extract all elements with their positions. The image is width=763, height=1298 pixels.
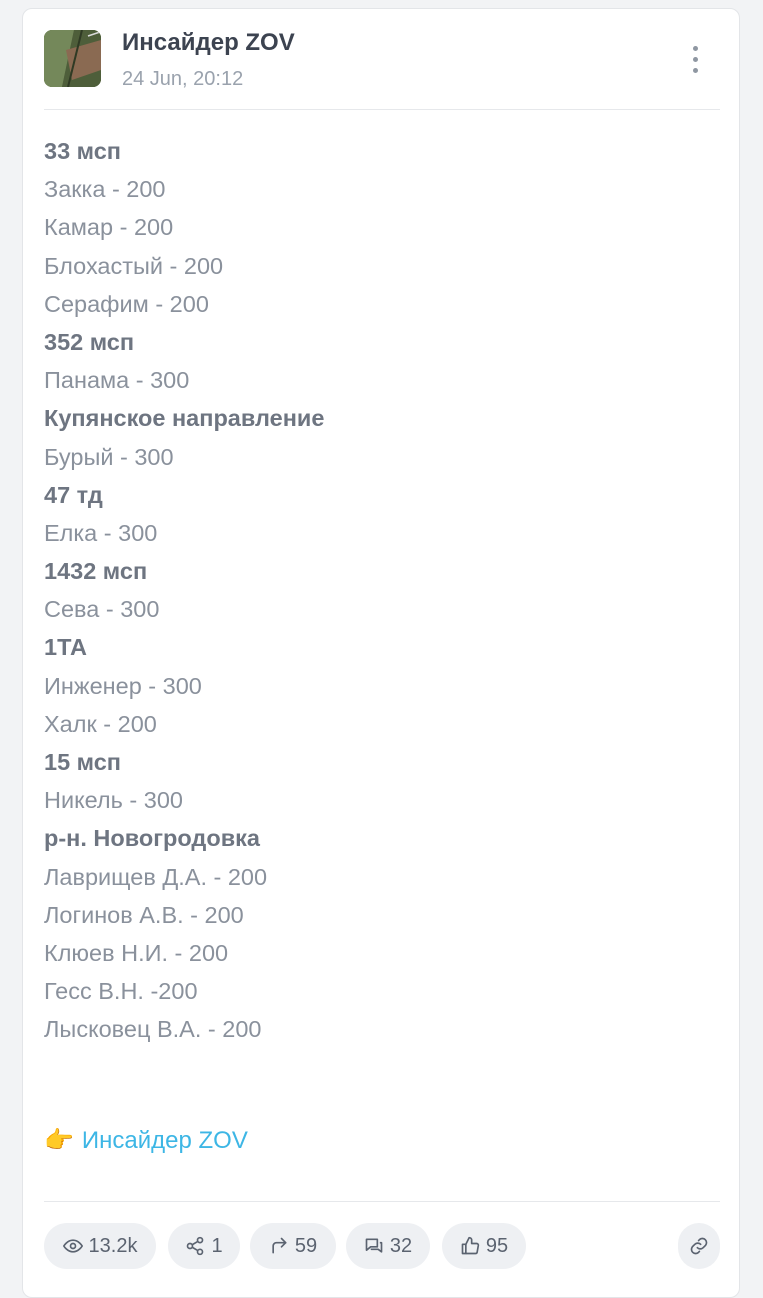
post-text-line: Клюев Н.И. - 200 — [44, 939, 229, 966]
post-text-line: Камар - 200 — [44, 214, 174, 241]
pointing-hand-icon: 👉 — [44, 1127, 74, 1154]
post-text-line: Логинов А.В. - 200 — [44, 901, 244, 928]
link-icon — [690, 1237, 708, 1255]
avatar-image — [44, 30, 101, 87]
post-heading-line: 1432 мсп — [44, 558, 148, 585]
copy-link-button[interactable] — [678, 1223, 720, 1269]
post-text-line: Халк - 200 — [44, 710, 157, 737]
post-text-line: Бурый - 300 — [44, 443, 174, 470]
footer-divider — [44, 1201, 720, 1202]
shares-counter[interactable]: 1 — [168, 1223, 240, 1269]
header-divider — [44, 109, 720, 110]
post-heading-line: Купянское направление — [44, 405, 325, 432]
post-text-line: Закка - 200 — [44, 176, 166, 203]
thumbs-up-icon — [461, 1236, 480, 1255]
post-text-line: Лаврищев Д.А. - 200 — [44, 863, 268, 890]
post-text-line: Блохастый - 200 — [44, 252, 224, 279]
likes-count: 95 — [485, 1234, 509, 1257]
post-text-line: Елка - 300 — [44, 519, 158, 546]
share-icon — [187, 1236, 204, 1256]
forwards-count: 59 — [294, 1234, 318, 1257]
views-counter[interactable]: 13.2k — [44, 1223, 156, 1269]
comment-icon — [365, 1238, 383, 1253]
eye-icon — [62, 1239, 83, 1253]
post-header: Инсайдер ZOV 24 Jun, 20:12 — [23, 9, 739, 111]
post-text: 33 мсп Закка - 200 Камар - 200 Блохастый - … — [44, 132, 720, 1049]
channel-link-text[interactable]: Инсайдер ZOV — [82, 1125, 248, 1157]
post-text-line: Никель - 300 — [44, 787, 183, 814]
forwards-counter[interactable]: 59 — [250, 1223, 336, 1269]
comments-counter[interactable]: 32 — [346, 1223, 430, 1269]
post-heading-line: 47 тд — [44, 481, 103, 508]
post-heading-line: р-н. Новогродовка — [44, 825, 260, 852]
post-text-line: Серафим - 200 — [44, 290, 209, 317]
shares-count: 1 — [211, 1234, 223, 1257]
channel-name[interactable]: Инсайдер ZOV — [122, 29, 295, 57]
post-heading-line: 15 мсп — [44, 749, 122, 775]
post-text-line: Панама - 300 — [44, 367, 190, 394]
channel-link[interactable]: 👉 Инсайдер ZOV — [44, 1125, 248, 1157]
post-heading-line: 33 мсп — [44, 138, 122, 164]
post-heading-line: 352 мсп — [44, 328, 135, 355]
post-heading-line: 1ТА — [44, 634, 87, 661]
post-card: Инсайдер ZOV 24 Jun, 20:12 33 мсп Закка -… — [22, 8, 740, 1298]
channel-avatar[interactable] — [44, 30, 101, 87]
post-text-line: Сева - 300 — [44, 596, 160, 623]
post-text-line: Лысковец В.А. - 200 — [44, 1016, 262, 1043]
likes-counter[interactable]: 95 — [442, 1223, 526, 1269]
views-count: 13.2k — [88, 1234, 138, 1257]
forward-icon — [272, 1237, 287, 1254]
post-text-line: Гесс В.Н. -200 — [44, 978, 198, 1005]
more-vertical-icon[interactable] — [681, 39, 709, 79]
comments-count: 32 — [389, 1234, 413, 1257]
post-text-line: Инженер - 300 — [44, 672, 202, 699]
post-date: 24 Jun, 20:12 — [122, 68, 244, 90]
post-footer: 13.2k 1 59 32 95 — [44, 1223, 720, 1269]
